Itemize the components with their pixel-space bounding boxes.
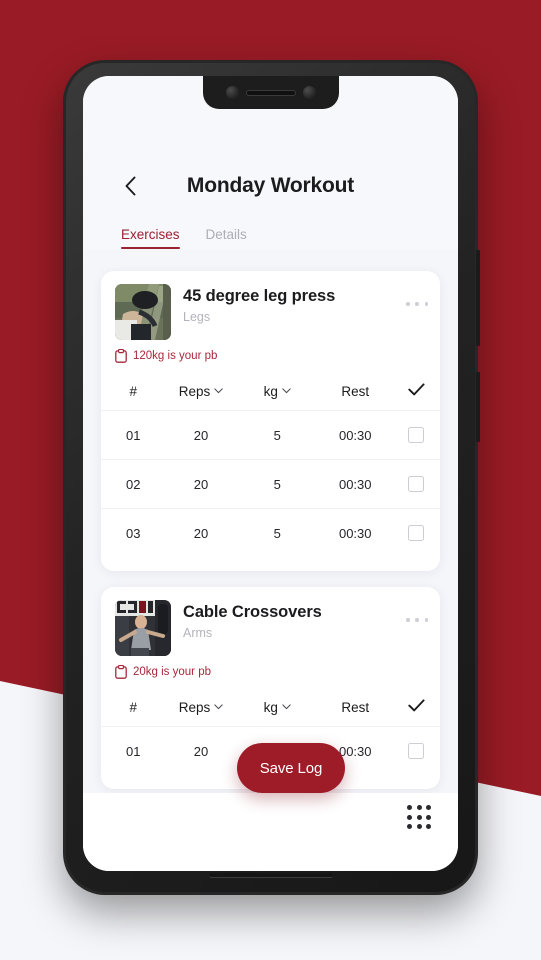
check-icon xyxy=(408,699,425,712)
leg-press-photo xyxy=(115,284,171,340)
tab-exercises[interactable]: Exercises xyxy=(121,227,180,249)
exercise-name: Cable Crossovers xyxy=(183,603,322,621)
save-log-button[interactable]: Save Log xyxy=(237,743,345,793)
column-header-done xyxy=(393,372,440,411)
column-header-number: # xyxy=(129,383,137,399)
clipboard-icon xyxy=(115,665,127,679)
phone-screen: Monday Workout Exercises Details 45 degr… xyxy=(83,76,458,871)
set-reps[interactable]: 20 xyxy=(165,727,236,776)
personal-best-row: 20kg is your pb xyxy=(101,656,440,679)
tab-bar: Exercises Details xyxy=(83,208,458,249)
set-done-checkbox[interactable] xyxy=(408,476,425,493)
set-weight[interactable]: 5 xyxy=(237,411,318,460)
set-reps[interactable]: 20 xyxy=(165,509,236,558)
back-button[interactable] xyxy=(117,173,143,199)
more-options-button[interactable] xyxy=(406,297,428,311)
card-bottom-padding xyxy=(101,557,440,571)
column-header-rest: Rest xyxy=(341,383,370,399)
more-horizontal-icon xyxy=(406,302,410,306)
column-header-weight[interactable]: kg xyxy=(237,688,318,727)
column-header-number: # xyxy=(129,699,137,715)
chevron-down-icon xyxy=(282,388,291,394)
set-table-header-row: # Reps kg Rest xyxy=(101,372,440,411)
set-number: 01 xyxy=(125,427,141,443)
scene: Monday Workout Exercises Details 45 degr… xyxy=(0,0,541,960)
power-button[interactable] xyxy=(476,372,480,442)
set-table-body: 01 20 5 00:30 02 20 5 00:30 03 20 5 00:3… xyxy=(101,410,440,558)
column-header-done xyxy=(393,688,440,727)
set-weight[interactable]: 5 xyxy=(237,460,318,509)
set-rest[interactable]: 00:30 xyxy=(318,460,393,509)
set-done-cell xyxy=(393,727,440,776)
column-header-reps[interactable]: Reps xyxy=(165,688,236,727)
column-header-rest: Rest xyxy=(341,699,370,715)
exercise-head-text: 45 degree leg press Legs xyxy=(183,284,426,340)
set-table-header-row: # Reps kg Rest xyxy=(101,688,440,727)
set-done-cell xyxy=(393,509,440,558)
set-rest[interactable]: 00:30 xyxy=(318,509,393,558)
column-header-reps[interactable]: Reps xyxy=(165,372,236,411)
exercise-muscle-group: Legs xyxy=(183,310,211,324)
set-number: 01 xyxy=(125,743,141,759)
exercise-name: 45 degree leg press xyxy=(183,287,336,305)
earpiece-speaker xyxy=(245,89,296,96)
secondary-camera-icon xyxy=(302,86,316,99)
exercise-card-header: 45 degree leg press Legs xyxy=(101,271,440,340)
set-done-checkbox[interactable] xyxy=(408,525,425,542)
front-camera-icon xyxy=(225,86,239,99)
personal-best-text: 120kg is your pb xyxy=(133,350,218,362)
set-reps[interactable]: 20 xyxy=(165,411,236,460)
personal-best-row: 120kg is your pb xyxy=(101,340,440,363)
more-horizontal-icon xyxy=(415,618,419,622)
column-header-weight[interactable]: kg xyxy=(237,372,318,411)
table-row[interactable]: 03 20 5 00:30 xyxy=(101,508,440,558)
exercise-muscle-group: Arms xyxy=(183,626,213,640)
chevron-down-icon xyxy=(214,388,223,394)
set-done-checkbox[interactable] xyxy=(408,427,425,444)
set-done-checkbox[interactable] xyxy=(408,743,425,760)
volume-button[interactable] xyxy=(476,250,480,346)
column-header-reps-label: Reps xyxy=(178,383,211,399)
exercise-head-text: Cable Crossovers Arms xyxy=(183,600,426,656)
exercise-thumbnail[interactable] xyxy=(115,600,171,656)
more-horizontal-icon xyxy=(424,618,428,622)
set-table: # Reps xyxy=(101,372,440,557)
column-header-weight-label: kg xyxy=(263,383,278,399)
phone-device: Monday Workout Exercises Details 45 degr… xyxy=(63,60,480,895)
set-rest[interactable]: 00:30 xyxy=(318,411,393,460)
column-header-reps-label: Reps xyxy=(178,699,211,715)
set-done-cell xyxy=(393,460,440,509)
set-number: 02 xyxy=(125,476,141,492)
personal-best-text: 20kg is your pb xyxy=(133,666,211,678)
title-row: Monday Workout xyxy=(83,164,458,208)
grid-dots-icon[interactable] xyxy=(407,805,433,831)
set-table-header: # Reps kg Rest xyxy=(101,372,440,411)
check-icon xyxy=(408,383,425,396)
table-row[interactable]: 01 20 5 00:30 xyxy=(101,410,440,460)
table-row[interactable]: 02 20 5 00:30 xyxy=(101,459,440,509)
exercise-card[interactable]: 45 degree leg press Legs 120kg is your p… xyxy=(101,271,440,571)
more-options-button[interactable] xyxy=(406,613,428,627)
set-reps[interactable]: 20 xyxy=(165,460,236,509)
bottom-bar xyxy=(83,793,458,871)
exercise-thumbnail[interactable] xyxy=(115,284,171,340)
clipboard-icon xyxy=(115,349,127,363)
exercise-card-header: Cable Crossovers Arms xyxy=(101,587,440,656)
chevron-down-icon xyxy=(282,704,291,710)
chevron-down-icon xyxy=(214,704,223,710)
more-horizontal-icon xyxy=(406,618,410,622)
phone-notch xyxy=(202,76,339,109)
set-weight[interactable]: 5 xyxy=(237,509,318,558)
bottom-speaker-grille xyxy=(208,873,333,878)
set-done-cell xyxy=(393,411,440,460)
more-horizontal-icon xyxy=(424,302,428,306)
set-number: 03 xyxy=(125,525,141,541)
tab-details[interactable]: Details xyxy=(206,227,247,249)
more-horizontal-icon xyxy=(415,302,419,306)
cable-crossover-photo xyxy=(115,600,171,656)
chevron-left-icon xyxy=(125,176,135,196)
set-table-header: # Reps kg Rest xyxy=(101,688,440,727)
exercise-card-list: 45 degree leg press Legs 120kg is your p… xyxy=(83,249,458,789)
column-header-weight-label: kg xyxy=(263,699,278,715)
